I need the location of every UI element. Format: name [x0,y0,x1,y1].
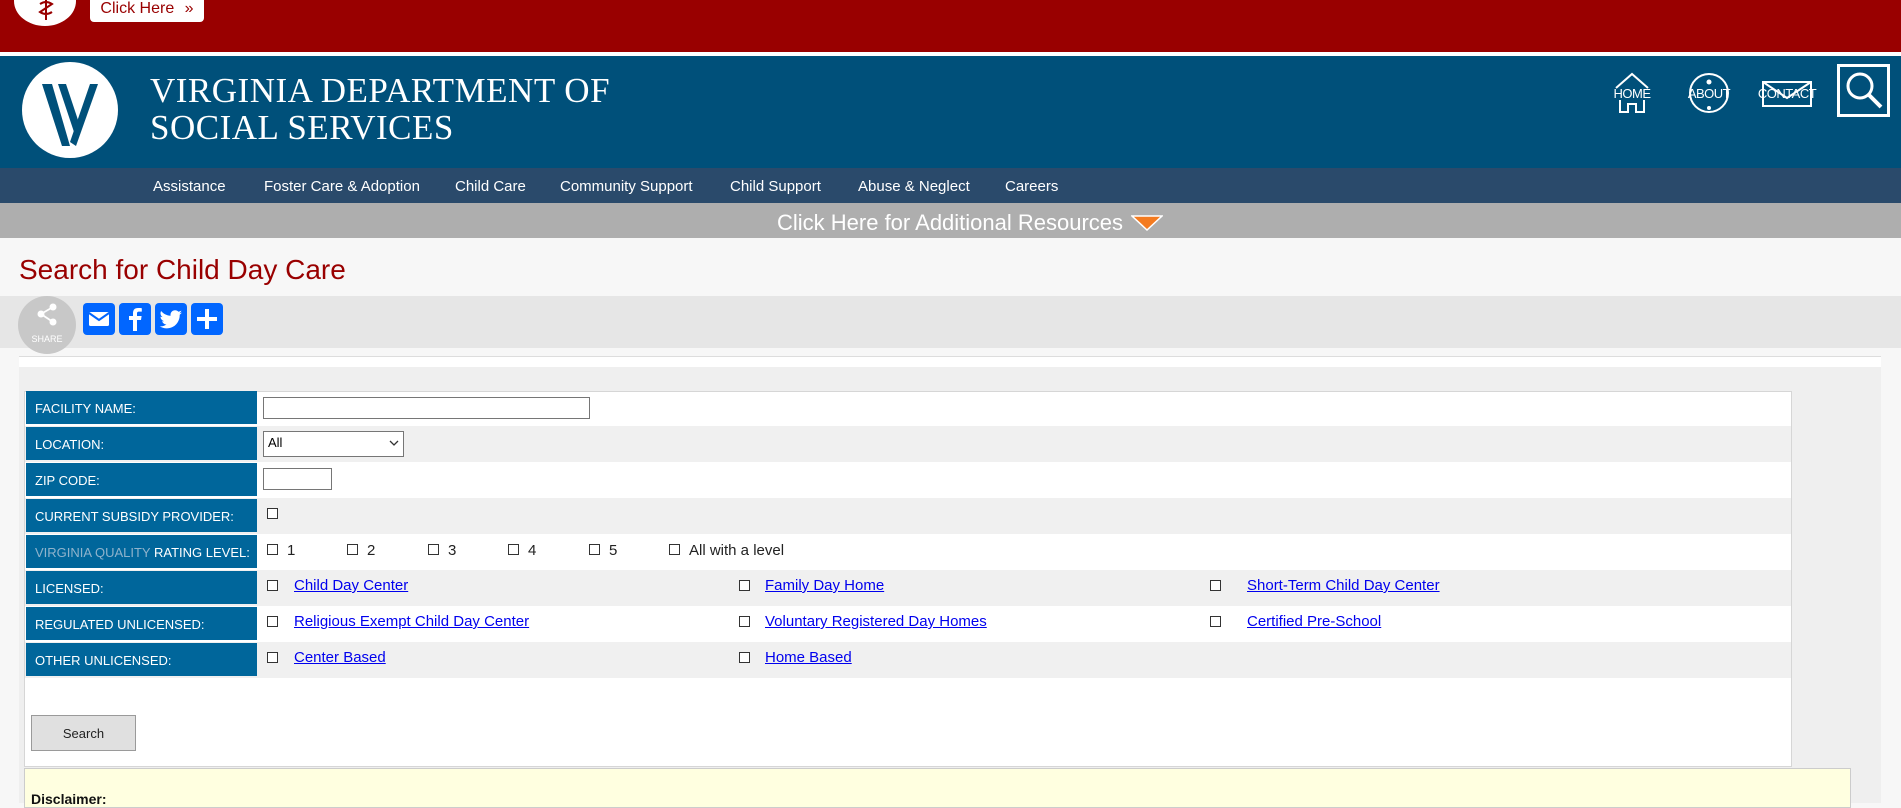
rating-5-label: 5 [609,542,618,559]
twitter-bird-icon [159,310,182,329]
site-header: VIRGINIA DEPARTMENT OF SOCIAL SERVICES H… [0,56,1901,168]
search-button[interactable]: Search [31,715,136,751]
nav-item-assistance[interactable]: Assistance [153,168,226,203]
facility-name-row: FACILITY NAME: [25,390,1791,426]
other-unlicensed-row: OTHER UNLICENSED: Center Based Home Base… [25,642,1791,678]
regulated-unlicensed-label: REGULATED UNLICENSED: [26,607,257,640]
home-link[interactable]: HOME [1602,68,1662,118]
rating-3-checkbox[interactable] [428,544,439,555]
medical-seal-icon [12,0,78,28]
voluntary-registered-checkbox[interactable] [739,616,750,627]
main-nav: Assistance Foster Care & Adoption Child … [0,168,1901,203]
search-icon [1846,72,1883,109]
agency-name-line2: SOCIAL SERVICES [150,108,454,147]
email-icon [88,312,110,326]
agency-name[interactable]: VIRGINIA DEPARTMENT OF SOCIAL SERVICES [150,72,610,146]
location-select[interactable]: All [263,431,404,457]
additional-resources-bar[interactable]: Click Here for Additional Resources [0,203,1901,238]
contact-link-label: CONTACT [1757,86,1817,101]
plus-icon [197,309,217,329]
zip-code-input[interactable] [263,468,332,490]
home-link-label: HOME [1613,86,1652,101]
nav-item-community-support[interactable]: Community Support [560,168,693,203]
location-label: LOCATION: [26,427,257,460]
nav-item-foster-care[interactable]: Foster Care & Adoption [264,168,420,203]
share-toolbar: SHARE [0,296,1901,354]
location-selected-value: All [268,435,283,450]
share-label: SHARE [31,334,63,344]
rating-all-checkbox[interactable] [669,544,680,555]
rating-2-checkbox[interactable] [347,544,358,555]
rating-all-label: All with a level [689,542,785,559]
alert-click-here-button[interactable]: Click Here » [90,0,204,22]
center-based-checkbox[interactable] [267,652,278,663]
agency-name-line1: VIRGINIA DEPARTMENT OF [150,71,611,110]
religious-exempt-link[interactable]: Religious Exempt Child Day Center [294,613,529,630]
container-top-strip [19,357,1881,367]
share-icon [37,303,57,326]
nav-item-abuse-neglect[interactable]: Abuse & Neglect [858,168,970,203]
about-link[interactable]: ABOUT [1679,68,1739,118]
more-share-button[interactable] [191,303,223,335]
facility-name-label: FACILITY NAME: [26,391,257,424]
rating-2-label: 2 [367,542,376,559]
regulated-unlicensed-row: REGULATED UNLICENSED: Religious Exempt C… [25,606,1791,642]
about-link-label: ABOUT [1687,86,1731,101]
rating-3-label: 3 [448,542,457,559]
family-day-home-checkbox[interactable] [739,580,750,591]
subsidy-row: CURRENT SUBSIDY PROVIDER: [25,498,1791,534]
licensed-row: LICENSED: Child Day Center Family Day Ho… [25,570,1791,606]
rating-1-checkbox[interactable] [267,544,278,555]
rating-4-label: 4 [528,542,537,559]
center-based-link[interactable]: Center Based [294,649,386,666]
facebook-share-button[interactable] [119,303,151,335]
quality-rating-label-rest: RATING LEVEL: [153,545,250,560]
contact-link[interactable]: CONTACT [1757,68,1817,118]
religious-exempt-checkbox[interactable] [267,616,278,627]
alert-button-label: Click Here [100,0,175,17]
short-term-center-checkbox[interactable] [1210,580,1221,591]
rating-5-checkbox[interactable] [589,544,600,555]
facility-name-input[interactable] [263,397,590,419]
certified-preschool-checkbox[interactable] [1210,616,1221,627]
email-share-button[interactable] [83,303,115,335]
chevron-down-icon [389,440,399,446]
home-based-checkbox[interactable] [739,652,750,663]
additional-resources-label: Click Here for Additional Resources [777,210,1124,235]
page-title: Search for Child Day Care [19,254,346,285]
twitter-share-button[interactable] [155,303,187,335]
nav-item-child-support[interactable]: Child Support [730,168,821,203]
facebook-icon [129,308,142,331]
subsidy-label: CURRENT SUBSIDY PROVIDER: [26,499,257,532]
double-chevron-icon: » [184,0,194,17]
family-day-home-link[interactable]: Family Day Home [765,577,884,594]
disclaimer-box: Disclaimer: [24,768,1851,808]
alert-banner: Click Here » [0,0,1901,52]
subsidy-checkbox[interactable] [267,508,278,519]
licensed-label: LICENSED: [26,571,257,604]
short-term-center-link[interactable]: Short-Term Child Day Center [1247,577,1440,594]
rating-1-label: 1 [287,542,296,559]
quality-rating-label-dim: VIRGINIA QUALITY [35,545,151,560]
location-row: LOCATION: All [25,426,1791,462]
vdss-logo[interactable] [22,62,118,158]
home-based-link[interactable]: Home Based [765,649,852,666]
voluntary-registered-link[interactable]: Voluntary Registered Day Homes [765,613,987,630]
triangle-down-icon [1131,215,1163,231]
nav-item-careers[interactable]: Careers [1005,168,1058,203]
other-unlicensed-label: OTHER UNLICENSED: [26,643,257,676]
share-button[interactable]: SHARE [18,296,76,354]
child-day-center-link[interactable]: Child Day Center [294,577,408,594]
disclaimer-title: Disclaimer: [31,791,107,807]
quality-rating-label: VIRGINIA QUALITY RATING LEVEL: [26,535,257,568]
child-day-center-checkbox[interactable] [267,580,278,591]
certified-preschool-link[interactable]: Certified Pre-School [1247,613,1381,630]
header-search-button[interactable] [1837,64,1890,117]
rating-4-checkbox[interactable] [508,544,519,555]
zip-code-row: ZIP CODE: [25,462,1791,498]
zip-code-label: ZIP CODE: [26,463,257,496]
nav-item-child-care[interactable]: Child Care [455,168,526,203]
quality-rating-row: VIRGINIA QUALITY RATING LEVEL: 1 2 3 4 5… [25,534,1791,570]
